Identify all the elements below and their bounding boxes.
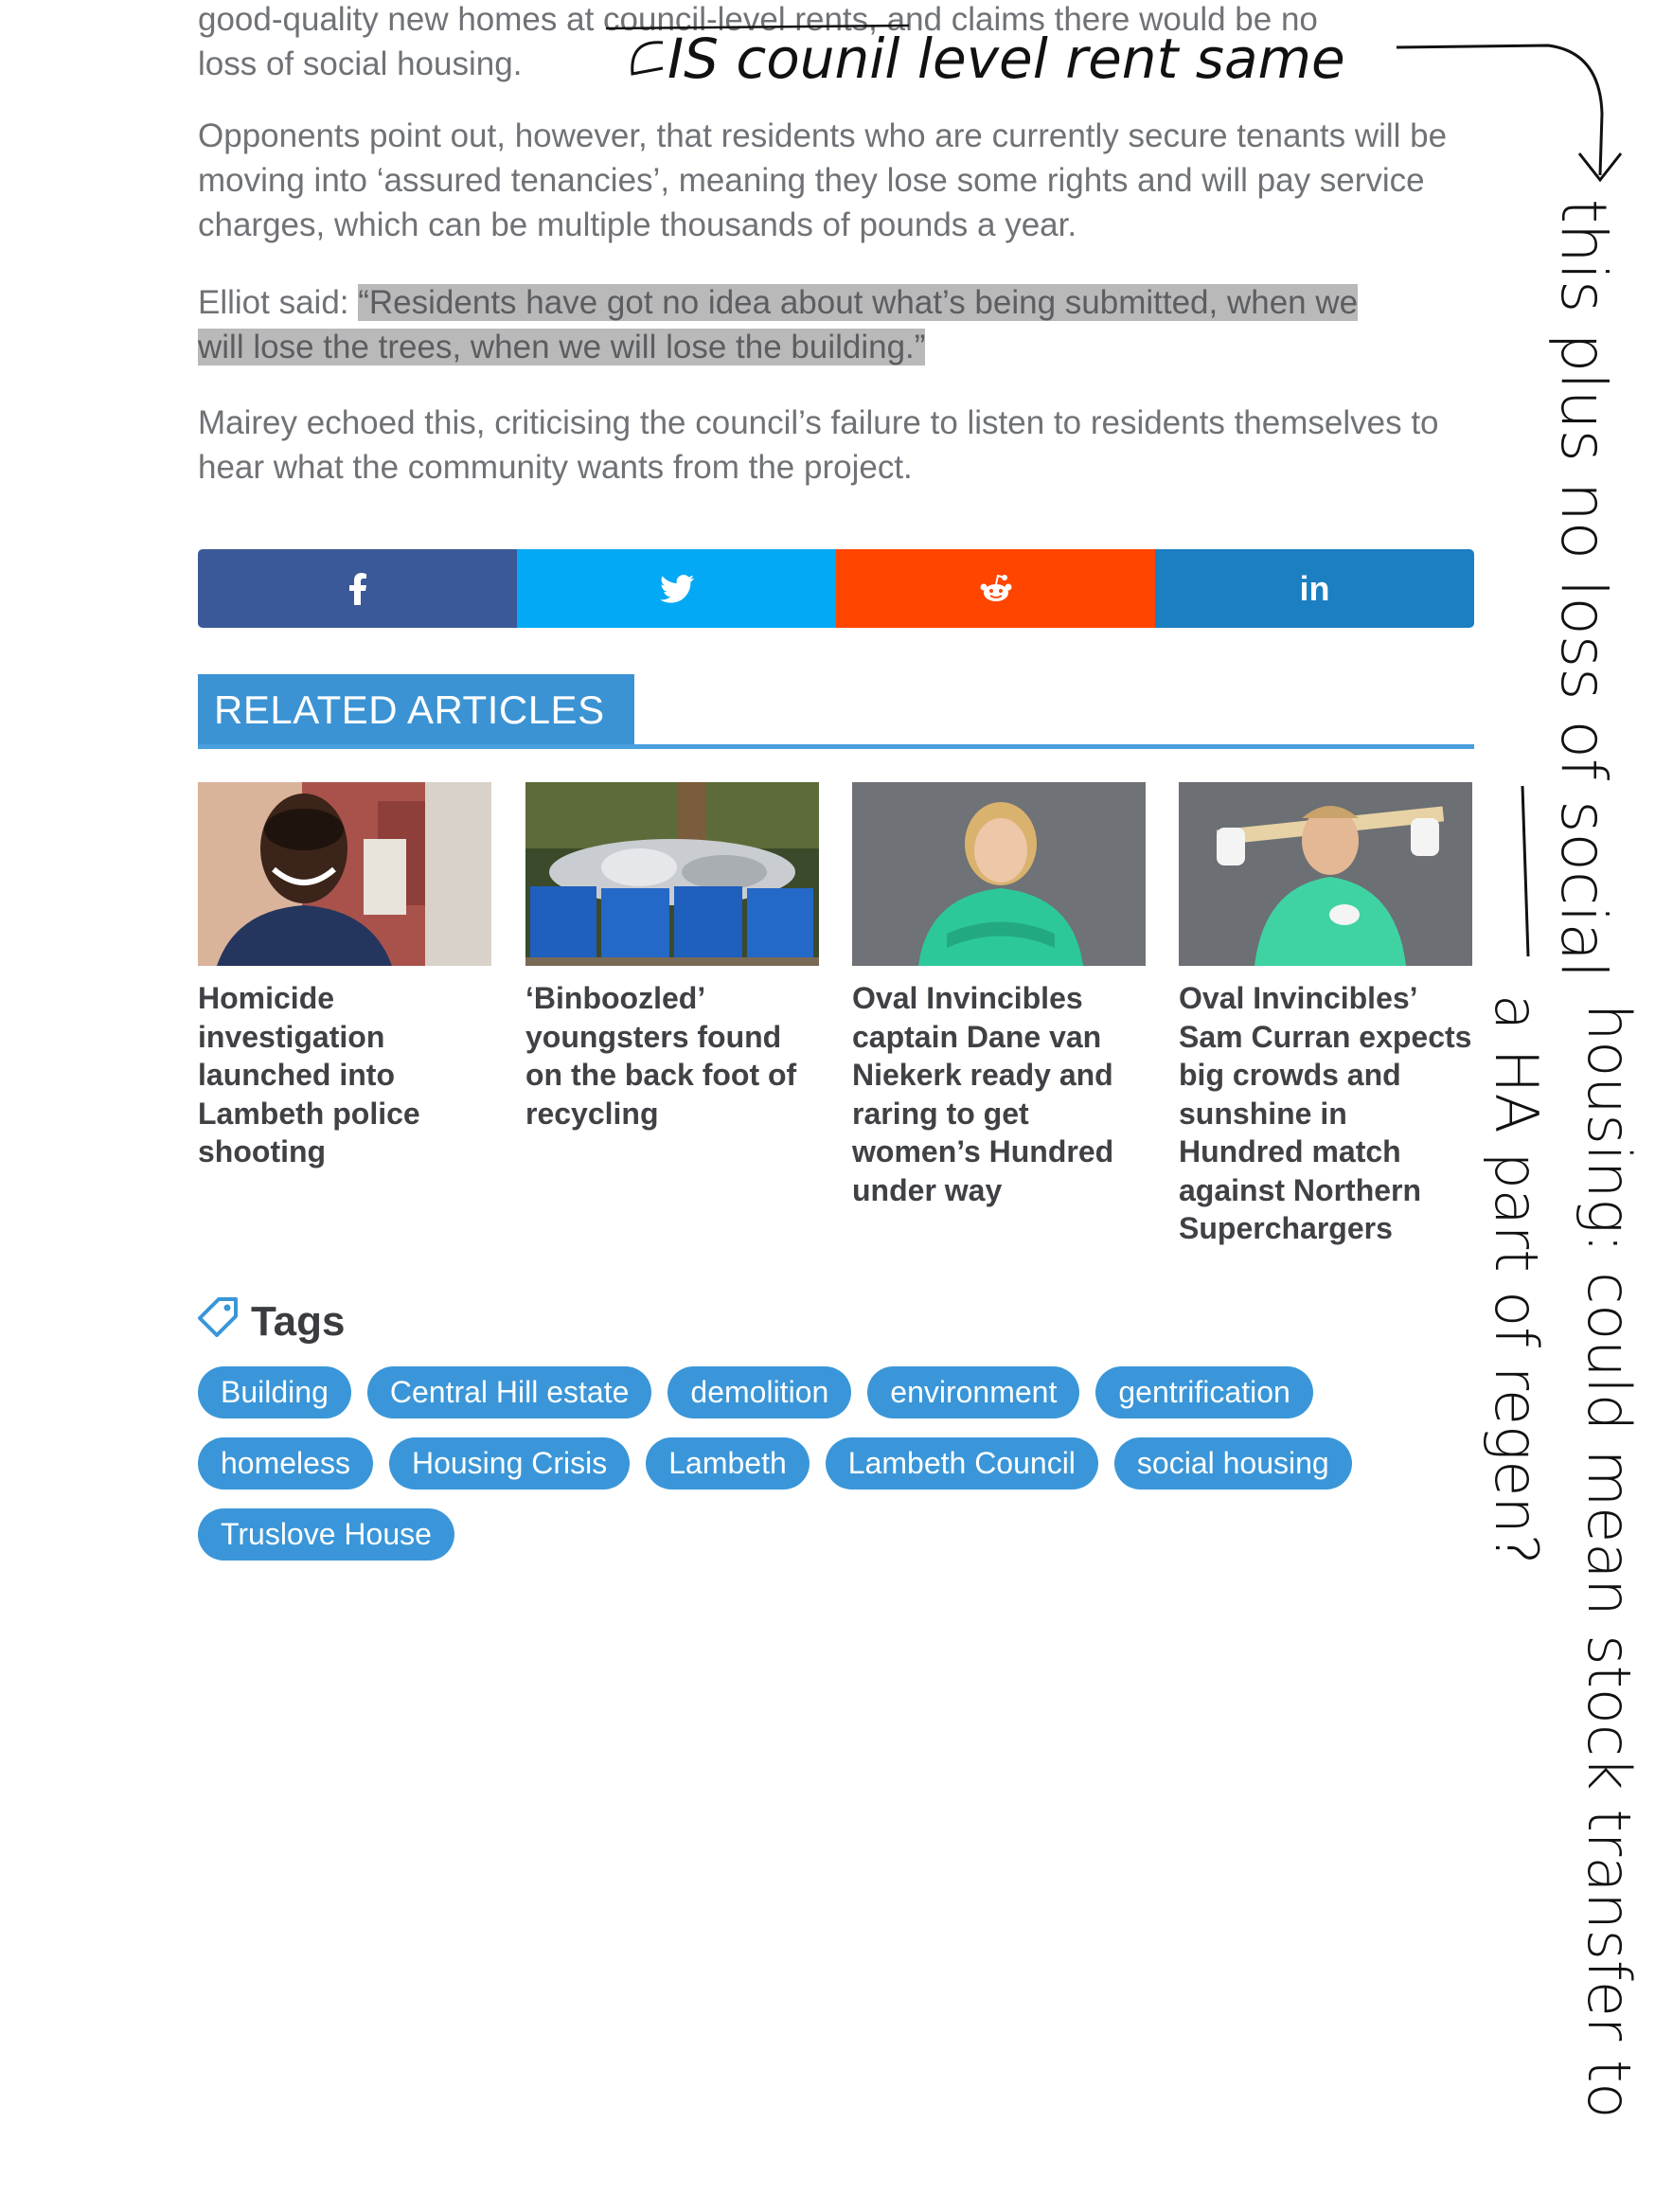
tag-chip[interactable]: gentrification: [1095, 1366, 1313, 1418]
related-articles-title: RELATED ARTICLES: [198, 674, 634, 746]
tag-row: Truslove House: [198, 1508, 1467, 1561]
tags-list: Building Central Hill estate demolition …: [198, 1366, 1467, 1579]
tags-heading: Tags: [198, 1295, 345, 1347]
tags-title: Tags: [251, 1297, 346, 1345]
annotation-note-side: housing: could mean stock transfer to: [1575, 1004, 1644, 2118]
article-title[interactable]: Oval Invincibles’ Sam Curran expects big…: [1179, 979, 1472, 1248]
tag-chip[interactable]: environment: [867, 1366, 1080, 1418]
article-paragraph: Opponents point out, however, that resid…: [198, 117, 1448, 243]
share-twitter-button[interactable]: [517, 549, 836, 628]
related-article-card[interactable]: Oval Invincibles captain Dane van Nieker…: [852, 782, 1146, 1209]
tag-row: homeless Housing Crisis Lambeth Lambeth …: [198, 1437, 1467, 1490]
annotation-note-side: this plus no loss of social: [1547, 199, 1620, 978]
tag-icon: [198, 1295, 251, 1347]
article-title[interactable]: Oval Invincibles captain Dane van Nieker…: [852, 979, 1146, 1209]
tag-chip[interactable]: homeless: [198, 1437, 373, 1490]
quote-attribution: Elliot said:: [198, 284, 359, 321]
article-paragraph: good-quality new homes at council-level …: [198, 0, 1476, 86]
tag-chip[interactable]: Building: [198, 1366, 351, 1418]
tag-chip[interactable]: Housing Crisis: [388, 1437, 631, 1490]
tag-chip[interactable]: Lambeth: [646, 1437, 810, 1490]
related-articles-header: RELATED ARTICLES: [198, 674, 1474, 750]
annotation-arrowhead: [1577, 152, 1623, 183]
tag-row: Building Central Hill estate demolition …: [198, 1366, 1467, 1418]
article-thumbnail[interactable]: [525, 782, 819, 966]
reddit-icon: [979, 574, 1013, 604]
article-title[interactable]: ‘Binboozled’ youngsters found on the bac…: [525, 979, 819, 1133]
article-thumbnail[interactable]: [852, 782, 1146, 966]
annotation-note-side: a HA part of regen?: [1482, 994, 1551, 1565]
tag-chip[interactable]: Truslove House: [198, 1508, 454, 1561]
annotation-underline: [1521, 785, 1530, 957]
tag-chip[interactable]: Lambeth Council: [825, 1437, 1098, 1490]
facebook-icon: [348, 572, 366, 605]
paragraph-line: loss of social housing.: [198, 45, 523, 82]
article-paragraph: Mairey echoed this, criticising the coun…: [198, 404, 1439, 486]
highlighted-quote: “Residents have got no idea about what’s…: [358, 284, 1359, 321]
article-paragraph-quote: Elliot said: “Residents have got no idea…: [198, 280, 1476, 369]
linkedin-icon: in: [1299, 568, 1330, 608]
related-articles-divider: [198, 744, 1474, 749]
share-linkedin-button[interactable]: in: [1155, 549, 1474, 628]
article-thumbnail[interactable]: [198, 782, 491, 966]
tag-chip[interactable]: demolition: [667, 1366, 852, 1418]
twitter-icon: [659, 574, 694, 603]
tag-chip[interactable]: social housing: [1113, 1437, 1352, 1490]
share-bar: in: [198, 549, 1474, 628]
related-article-card[interactable]: Homicide investigation launched into Lam…: [198, 782, 491, 1171]
paragraph-line: good-quality new homes at council-level …: [198, 1, 1318, 38]
related-article-card[interactable]: ‘Binboozled’ youngsters found on the bac…: [525, 782, 819, 1133]
related-article-card[interactable]: Oval Invincibles’ Sam Curran expects big…: [1179, 782, 1472, 1248]
share-facebook-button[interactable]: [198, 549, 517, 628]
share-reddit-button[interactable]: [836, 549, 1155, 628]
tag-chip[interactable]: Central Hill estate: [366, 1366, 652, 1418]
highlighted-quote: will lose the trees, when we will lose t…: [198, 329, 926, 366]
article-title[interactable]: Homicide investigation launched into Lam…: [198, 979, 491, 1171]
article-thumbnail[interactable]: [1179, 782, 1472, 966]
